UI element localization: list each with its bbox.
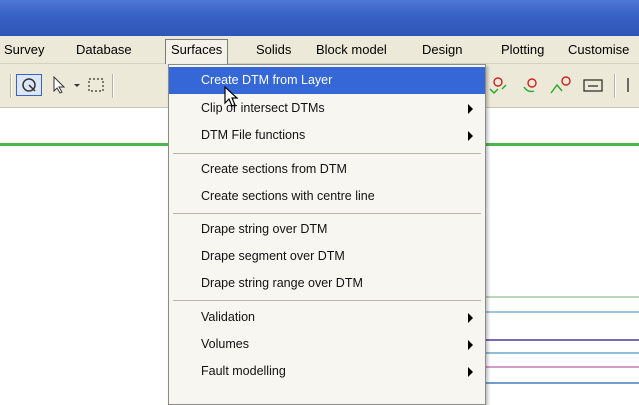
toolbar-grip (10, 74, 12, 98)
submenu-arrow-icon (468, 367, 473, 377)
menu-item-label: Create DTM from Layer (201, 73, 333, 87)
menu-separator (173, 213, 481, 214)
menu-item-label: Drape segment over DTM (201, 249, 345, 263)
plot-line (486, 352, 639, 354)
plot-line (486, 296, 639, 298)
menu-surfaces[interactable]: Surfaces (165, 39, 229, 64)
toolbar-separator (112, 74, 114, 98)
menu-bar: Survey Database Surfaces Solids Block mo… (0, 36, 639, 64)
pointer-icon[interactable] (50, 74, 68, 96)
submenu-arrow-icon (468, 313, 473, 323)
submenu-arrow-icon (468, 104, 473, 114)
title-bar (0, 0, 639, 36)
menu-item-label: Volumes (201, 337, 249, 351)
menu-database[interactable]: Database (76, 40, 132, 60)
menu-survey[interactable]: Survey (4, 40, 44, 60)
menu-item-label: DTM File functions (201, 128, 306, 142)
menu-separator (173, 300, 481, 301)
menu-solids[interactable]: Solids (256, 40, 291, 60)
plot-line (486, 382, 639, 384)
menu-item-label: Drape string range over DTM (201, 276, 363, 290)
dropdown-arrow-icon[interactable] (72, 74, 82, 96)
select-circle-icon[interactable] (16, 74, 42, 96)
window-icon[interactable] (581, 74, 605, 96)
plot-line (486, 366, 639, 368)
menu-item-label: Create sections from DTM (201, 162, 347, 176)
menu-plotting[interactable]: Plotting (501, 40, 544, 60)
menu-design[interactable]: Design (422, 40, 462, 60)
menu-item-label: Clip or intersect DTMs (201, 101, 325, 115)
menu-separator (173, 153, 481, 154)
plot-line (486, 339, 639, 341)
menu-item-create-sections-from-dtm[interactable]: Create sections from DTM (169, 156, 485, 183)
menu-item-drape-string-range-over-dtm[interactable]: Drape string range over DTM (169, 270, 485, 297)
surfaces-dropdown-menu: Create DTM from Layer Clip or intersect … (168, 64, 486, 405)
menu-item-dtm-file-functions[interactable]: DTM File functions (169, 122, 485, 149)
menu-item-drape-segment-over-dtm[interactable]: Drape segment over DTM (169, 243, 485, 270)
toolbar-separator-2 (614, 74, 616, 98)
menu-item-create-dtm-from-layer[interactable]: Create DTM from Layer (169, 67, 485, 94)
menu-block-model[interactable]: Block model (316, 40, 387, 60)
menu-item-label: Validation (201, 310, 255, 324)
menu-item-label: Fault modelling (201, 364, 286, 378)
plot-line (486, 311, 639, 313)
menu-customise[interactable]: Customise (568, 40, 629, 60)
toolbar-more-icon[interactable] (624, 74, 636, 96)
menu-item-validation[interactable]: Validation (169, 304, 485, 331)
submenu-arrow-icon (468, 340, 473, 350)
menu-item-create-sections-with-centre-line[interactable]: Create sections with centre line (169, 183, 485, 210)
point-tools-icon[interactable] (487, 74, 517, 96)
submenu-arrow-icon (468, 131, 473, 141)
menu-item-label: Create sections with centre line (201, 189, 375, 203)
curve-point-icon[interactable] (547, 74, 577, 96)
circle-point-icon[interactable] (519, 74, 545, 96)
mouse-cursor-icon (224, 85, 240, 108)
app-window: Survey Database Surfaces Solids Block mo… (0, 0, 639, 405)
rectangle-select-icon[interactable] (86, 74, 106, 96)
menu-item-fault-modelling[interactable]: Fault modelling (169, 358, 485, 378)
menu-item-drape-string-over-dtm[interactable]: Drape string over DTM (169, 216, 485, 243)
menu-item-clip-or-intersect-dtms[interactable]: Clip or intersect DTMs (169, 95, 485, 122)
menu-item-label: Drape string over DTM (201, 222, 328, 236)
menu-item-volumes[interactable]: Volumes (169, 331, 485, 358)
